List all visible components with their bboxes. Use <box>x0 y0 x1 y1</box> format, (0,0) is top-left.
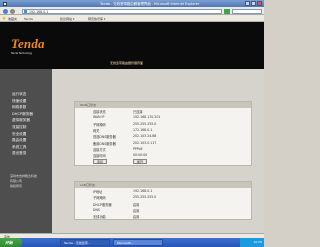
search-input[interactable] <box>232 8 262 14</box>
go-button[interactable] <box>224 8 230 14</box>
page-icon <box>24 10 27 14</box>
sidebar-item-dhcp[interactable]: DHCP服务器 <box>0 111 52 118</box>
taskbar: 开始 Tenda - 无线宽带... Microsoft... 10:28 <box>0 238 264 247</box>
minimize-button[interactable] <box>245 1 250 6</box>
row-value: 192.168.0.1 <box>133 189 153 194</box>
row-value: 172.168.0.1 <box>133 128 153 133</box>
favorites-item[interactable]: 收藏夹 <box>8 17 17 21</box>
window-title: Tenda - 无线宽带路由器管理界面 - Microsoft Internet… <box>100 2 200 6</box>
row-key: DNS <box>93 208 100 213</box>
router-page: Tenda Tenda Technology 无线宽带路由器管理界面 运行状态 … <box>0 22 264 233</box>
sidebar-item-traffic[interactable]: 流量控制 <box>0 124 52 131</box>
forward-icon[interactable] <box>10 8 15 14</box>
sidebar-item-quick-setup[interactable]: 快速设置 <box>0 98 52 105</box>
sidebar-item-routing[interactable]: 路由设置 <box>0 137 52 144</box>
row-value: 启用 <box>133 215 140 220</box>
taskbar-item-browser[interactable]: Tenda - 无线宽带... <box>60 239 110 246</box>
wan-button-row: 连接 断开 <box>75 158 251 165</box>
taskbar-item-other[interactable]: Microsoft... <box>113 239 163 246</box>
favorites-item[interactable]: 网页快讯库 ▾ <box>88 17 105 21</box>
favorites-star-icon[interactable] <box>2 16 6 20</box>
sidebar-item-tools[interactable]: 系统工具 <box>0 144 52 151</box>
sidebar-menu: 运行状态 快速设置 网络参数 DHCP服务器 虚拟服务器 流量控制 安全设置 路… <box>0 69 52 157</box>
back-icon[interactable] <box>3 8 8 14</box>
wan-status-panel: WAN口状态 连接状态 已连接 WAN IP 192.168.170.201 子网掩… <box>74 101 252 167</box>
system-tray-clock: 10:28 <box>240 238 264 247</box>
row-value: 192.168.170.201 <box>133 115 161 120</box>
disconnect-button[interactable]: 断开 <box>133 159 148 165</box>
sidebar-item-status[interactable]: 运行状态 <box>0 91 52 98</box>
close-button[interactable] <box>257 1 262 6</box>
favorites-bar: 收藏夹 Tenda 建议网站 ▾ 网页快讯库 ▾ <box>0 15 264 22</box>
lan-status-panel: LAN口状态 IP地址 192.168.0.1 子网掩码 255.255.255.0… <box>74 181 252 221</box>
connect-button[interactable]: 连接 <box>93 159 108 165</box>
ie-icon <box>3 1 7 6</box>
favorites-item[interactable]: 建议网站 ▾ <box>60 17 74 21</box>
row-key: WAN IP <box>93 115 105 120</box>
row-value: 202.103.24.68 <box>133 134 157 139</box>
sidebar-item-network[interactable]: 网络参数 <box>0 104 52 111</box>
row-value: 255.255.255.0 <box>133 121 157 126</box>
logo-subtitle: Tenda Technology <box>11 52 33 55</box>
start-button[interactable]: 开始 <box>0 238 22 247</box>
window-titlebar: Tenda - 无线宽带路由器管理界面 - Microsoft Internet… <box>0 0 264 7</box>
header-tagline: 无线宽带路由器管理界面 <box>110 61 144 65</box>
favorites-item[interactable]: Tenda <box>24 17 33 21</box>
status-row: 无线功能 启用 <box>75 213 251 219</box>
sidebar-item-logout[interactable]: 退出登录 <box>0 150 52 157</box>
tenda-logo: Tenda <box>11 36 45 51</box>
sidebar: 运行状态 快速设置 网络参数 DHCP服务器 虚拟服务器 流量控制 安全设置 路… <box>0 69 52 233</box>
address-url: 192.168.0.1 <box>29 10 49 15</box>
maximize-button[interactable] <box>251 1 256 6</box>
navigation-bar: 192.168.0.1 <box>0 7 264 15</box>
row-value: 00:00:00 <box>133 153 148 158</box>
address-input[interactable]: 192.168.0.1 <box>22 8 222 15</box>
row-value: 255.255.255.0 <box>133 195 157 200</box>
row-value: PPPoE <box>133 146 143 151</box>
main-content: WAN口状态 连接状态 已连接 WAN IP 192.168.170.201 子网掩… <box>52 69 264 233</box>
sidebar-item-virtual-server[interactable]: 虚拟服务器 <box>0 117 52 124</box>
row-value: 202.103.0.117 <box>133 140 157 145</box>
row-key: 无线功能 <box>93 215 106 220</box>
copyright-line: 版权所有 <box>10 184 23 188</box>
copyright-note: 深圳市吉祥腾达科技 有限公司 版权所有 <box>10 174 50 189</box>
sidebar-item-security[interactable]: 安全设置 <box>0 131 52 138</box>
page-header: Tenda Tenda Technology 无线宽带路由器管理界面 <box>0 22 264 69</box>
